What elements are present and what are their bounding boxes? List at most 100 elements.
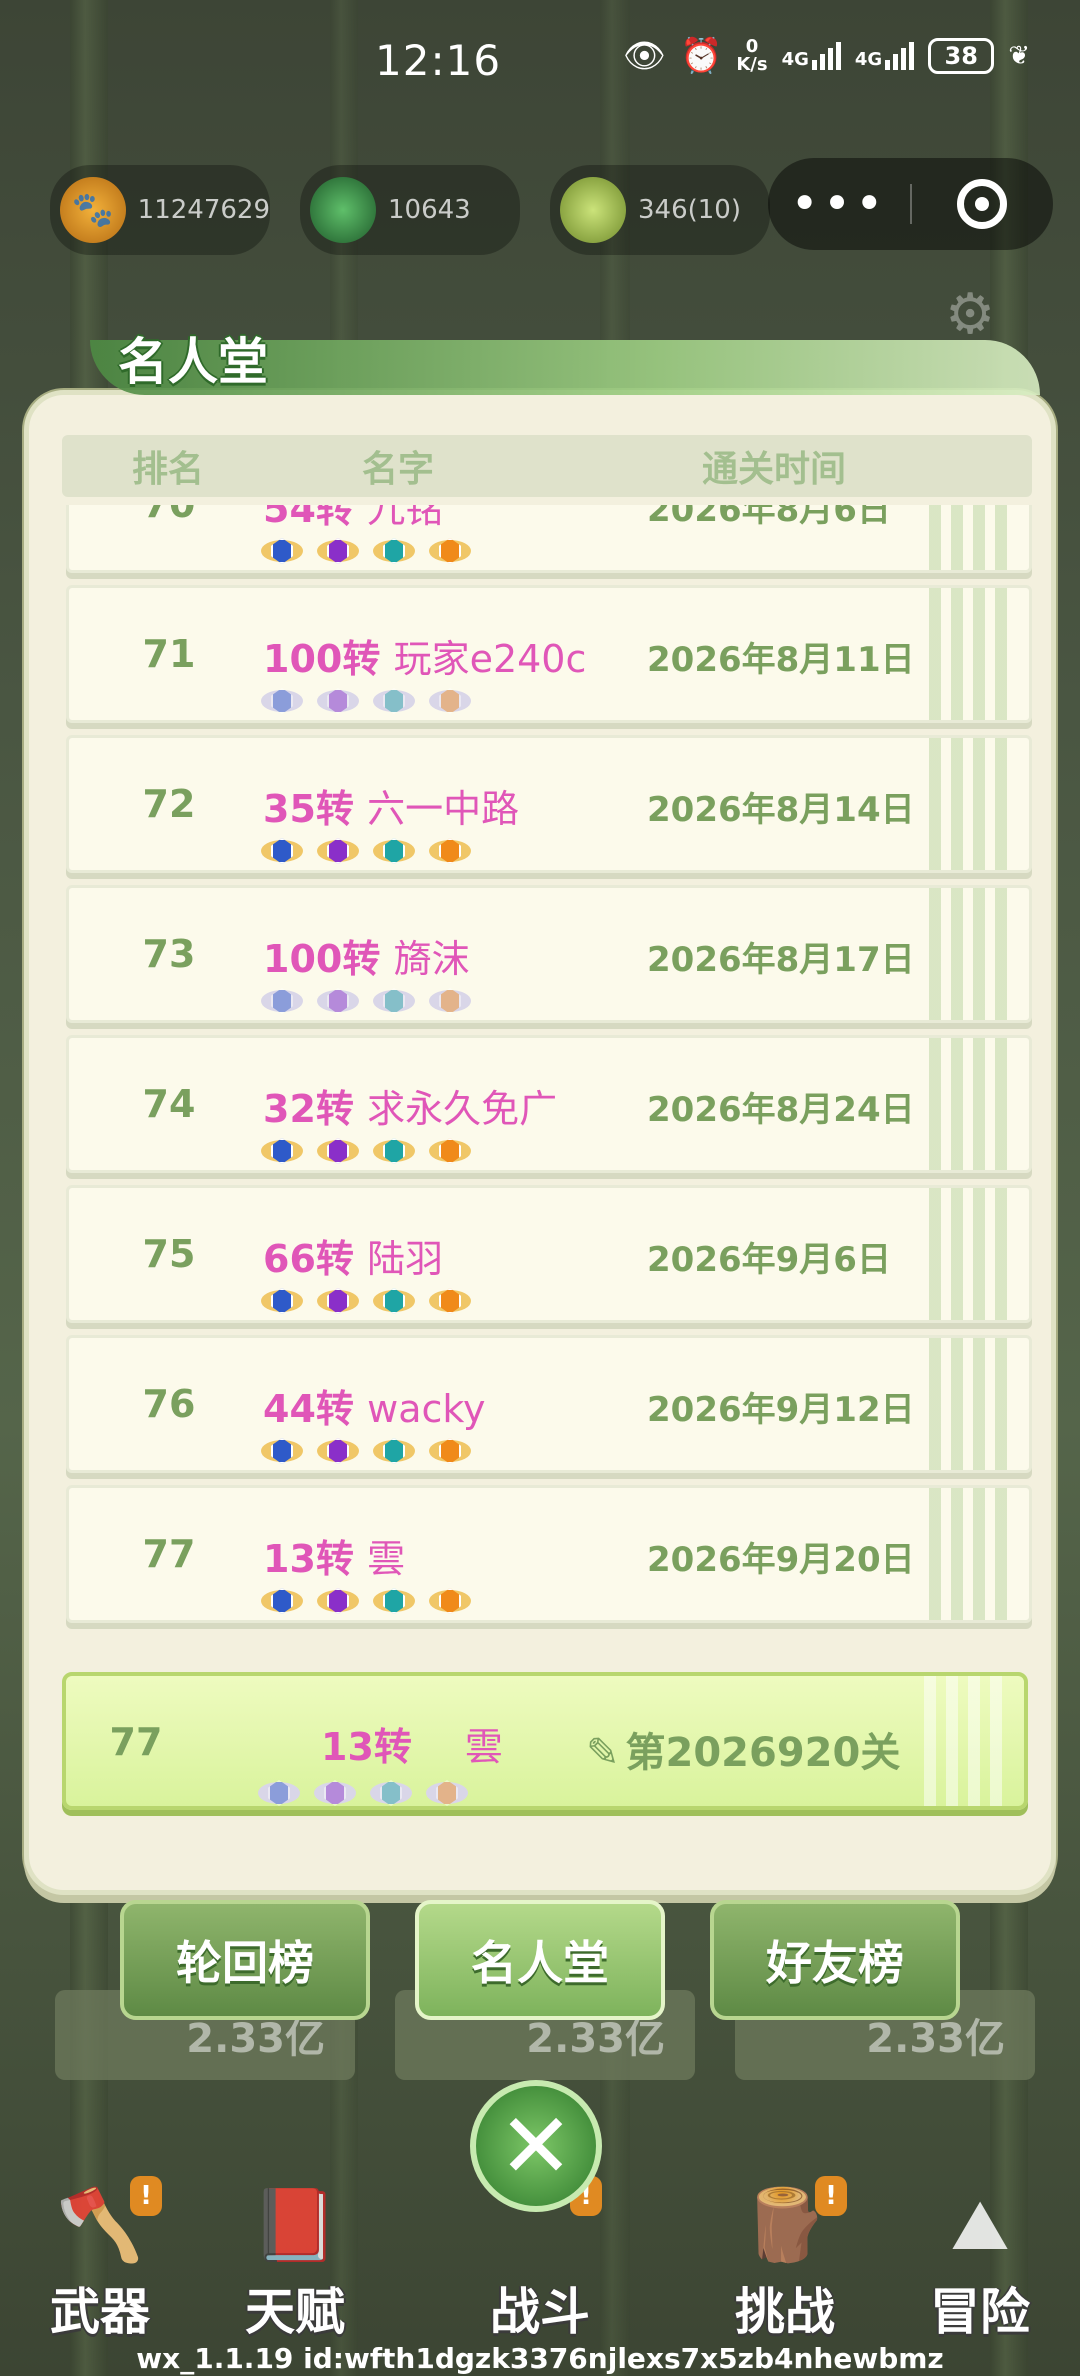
row-player-name: wacky xyxy=(367,1387,486,1431)
header-name: 名字 xyxy=(362,449,435,490)
resource-value: 346(10) xyxy=(638,195,741,225)
row-player-name: 旖沫 xyxy=(393,937,470,981)
blue-medal-icon xyxy=(261,534,303,570)
build-info: wx_1.1.19 id:wfth1dgzk3376njlexs7x5zb4nh… xyxy=(136,2342,944,2375)
row-rank: 74 xyxy=(142,1082,196,1126)
row-player: 44转 wacky xyxy=(263,1378,486,1433)
row-clear-time: 2026年9月6日 xyxy=(647,1240,891,1280)
my-name: 13转 雲 xyxy=(321,1716,503,1771)
tab-reincarnation[interactable]: 轮回榜 xyxy=(120,1900,370,2020)
bamboo-shoot-icon xyxy=(560,177,626,243)
row-rank: 71 xyxy=(142,632,196,676)
signal-bars-icon xyxy=(885,42,915,70)
header-rank: 排名 xyxy=(132,449,205,490)
medal-set xyxy=(258,1776,468,1806)
miniprogram-capsule: ••• xyxy=(768,158,1053,250)
nav-label: 冒险 xyxy=(930,2283,1030,2341)
ranking-row: 72 35转 六一中路 2026年8月14日 xyxy=(66,735,1032,873)
teal-medal-icon xyxy=(373,984,415,1020)
my-player-name: 雲 xyxy=(464,1725,503,1769)
teal-medal-icon xyxy=(373,1584,415,1620)
blue-medal-icon xyxy=(261,834,303,870)
resource-paw-coin: 🐾 11247629 xyxy=(50,165,270,255)
teal-medal-icon xyxy=(373,834,415,870)
ranking-list[interactable]: 7054转 九铭 2026年8月6日 71 100转 玩家e240c 2026年8月11… xyxy=(66,505,1032,1630)
nav-adventure[interactable]: ⛰ 冒险 xyxy=(900,2150,1060,2341)
signal-2-label: 4G xyxy=(854,49,883,70)
row-rebirth: 32转 xyxy=(263,1087,354,1131)
close-button[interactable]: ✕ xyxy=(470,2080,602,2212)
purple-medal-icon xyxy=(317,1584,359,1620)
bamboo-stripe xyxy=(919,588,1009,720)
ranking-row: 77 13转 雲 2026年9月20日 xyxy=(66,1485,1032,1623)
resource-value: 11247629 xyxy=(137,195,270,225)
blue-medal-icon xyxy=(261,1584,303,1620)
tab-hall-of-fame[interactable]: 名人堂 xyxy=(415,1900,665,2020)
teal-medal-icon xyxy=(373,1434,415,1470)
purple-medal-icon xyxy=(317,1134,359,1170)
medal-set xyxy=(261,684,471,720)
bamboo-stripe xyxy=(919,1338,1009,1470)
teal-medal-icon xyxy=(373,684,415,720)
row-player: 32转 求永久免广 xyxy=(263,1078,557,1133)
blue-medal-icon xyxy=(261,984,303,1020)
resource-bar: 🐾 11247629 10643 346(10) xyxy=(50,165,770,255)
close-miniprogram-button[interactable] xyxy=(912,179,1052,229)
edit-icon[interactable]: ✎ xyxy=(586,1730,620,1776)
teal-medal-icon xyxy=(373,534,415,570)
row-player-name: 六一中路 xyxy=(367,787,520,831)
resource-bamboo-shoot: 346(10) xyxy=(550,165,770,255)
nav-talent[interactable]: 📕 天赋 xyxy=(215,2150,375,2341)
nav-label: 战斗 xyxy=(490,2283,590,2341)
teal-medal-icon xyxy=(373,1134,415,1170)
bamboo-stripe xyxy=(919,738,1009,870)
tab-friends[interactable]: 好友榜 xyxy=(710,1900,960,2020)
orange-medal-icon xyxy=(429,984,471,1020)
row-clear-time: 2026年8月6日 xyxy=(647,505,891,530)
orange-medal-icon xyxy=(429,1584,471,1620)
net-speed-unit: K/s xyxy=(736,54,768,75)
ranking-row: 71 100转 玩家e240c 2026年8月11日 xyxy=(66,585,1032,723)
green-egg-icon xyxy=(310,177,376,243)
row-clear-time: 2026年8月11日 xyxy=(647,640,915,680)
signal-bars-icon xyxy=(811,42,841,70)
purple-medal-icon xyxy=(317,834,359,870)
leaderboard-tabs: 轮回榜 名人堂 好友榜 xyxy=(120,1900,960,2020)
nav-weapon[interactable]: 🪓 ! 武器 xyxy=(20,2150,180,2341)
bamboo-stripe xyxy=(919,888,1009,1020)
purple-medal-icon xyxy=(317,1284,359,1320)
nav-label: 挑战 xyxy=(735,2283,835,2341)
purple-medal-icon xyxy=(317,984,359,1020)
row-player: 54转 九铭 xyxy=(263,505,443,533)
row-player-name: 玩家e240c xyxy=(393,637,587,681)
blue-medal-icon xyxy=(261,1284,303,1320)
orange-medal-icon xyxy=(429,1284,471,1320)
purple-medal-icon xyxy=(314,1776,356,1806)
orange-medal-icon xyxy=(429,534,471,570)
alert-badge: ! xyxy=(815,2176,847,2216)
my-stage-text: 第2026920关 xyxy=(625,1730,901,1776)
ranking-row: 7054转 九铭 2026年8月6日 xyxy=(66,505,1032,573)
more-button[interactable]: ••• xyxy=(768,180,910,228)
net-speed: 0 K/s xyxy=(736,38,767,74)
status-icons: 👁 ⏰ 0 K/s 4G 4G 38 ❦ xyxy=(623,38,1030,74)
alert-badge: ! xyxy=(130,2176,162,2216)
medal-set xyxy=(261,1434,471,1470)
resource-green-egg: 10643 xyxy=(300,165,520,255)
bamboo-stripe xyxy=(914,1676,1004,1806)
blue-medal-icon xyxy=(261,1434,303,1470)
ranking-row: 75 66转 陆羽 2026年9月6日 xyxy=(66,1185,1032,1323)
row-rebirth: 35转 xyxy=(263,787,354,831)
row-rebirth: 13转 xyxy=(263,1537,354,1581)
nav-challenge[interactable]: 🪵 ! 挑战 xyxy=(705,2150,865,2341)
my-stage: ✎ 第2026920关 xyxy=(586,1720,900,1778)
nav-label: 天赋 xyxy=(245,2283,345,2341)
medal-set xyxy=(261,1284,471,1320)
row-rebirth: 100转 xyxy=(263,937,381,981)
target-icon xyxy=(957,179,1007,229)
row-rank: 70 xyxy=(69,505,269,526)
row-player-name: 陆羽 xyxy=(367,1237,444,1281)
orange-medal-icon xyxy=(429,684,471,720)
row-rank: 76 xyxy=(142,1382,196,1426)
row-player: 35转 六一中路 xyxy=(263,778,519,833)
